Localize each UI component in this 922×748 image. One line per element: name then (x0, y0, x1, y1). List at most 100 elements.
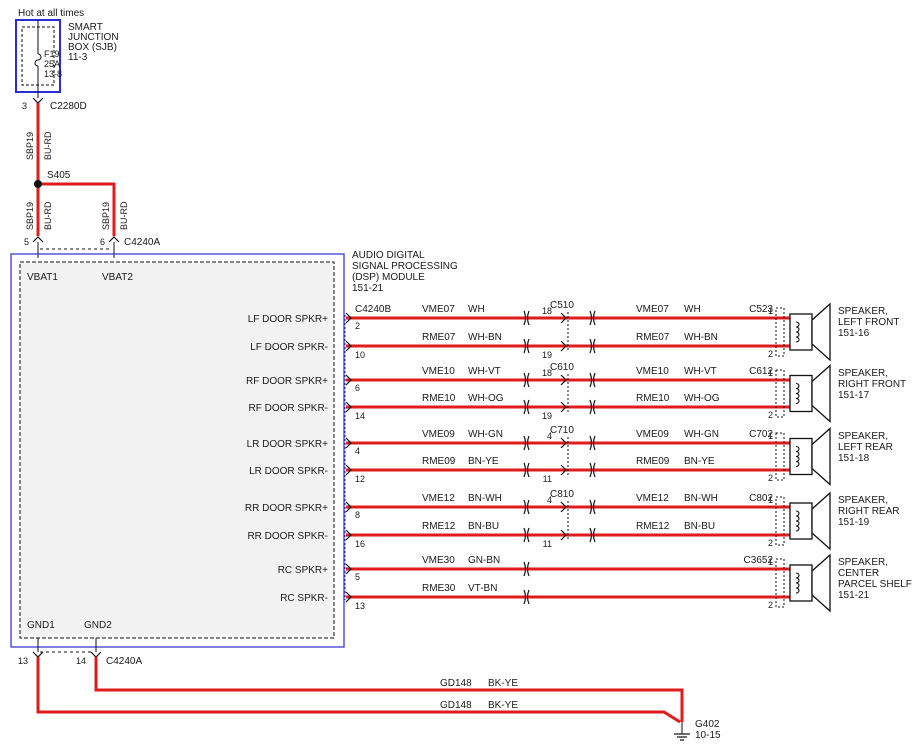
dsp-pin-number: 5 (355, 572, 360, 582)
wire-circuit-right: VME10 (636, 366, 669, 377)
fuse-ref: 13-8 (44, 69, 62, 79)
wire-color-left: BN-WH (468, 493, 502, 504)
speaker-connector-label: C3652 (744, 555, 774, 566)
gnd1-label: GND1 (27, 620, 55, 631)
speaker-title-line: SPEAKER, (838, 557, 888, 568)
ground-point: G402 (695, 719, 720, 730)
wire-color-left: VT-BN (468, 583, 497, 594)
feed-wires: S405 SBP19 BU-RD SBP19 BU-RD SBP19 BU-RD… (24, 103, 160, 258)
speaker-title-line: PARCEL SHELF (838, 579, 912, 590)
wire-circuit-right: RME09 (636, 456, 670, 467)
sjb-pin-chevron (32, 97, 44, 104)
wire-color-left: WH-OG (468, 393, 504, 404)
inline-connector-label: C510 (550, 300, 574, 311)
wire-color-right: WH-OG (684, 393, 720, 404)
vbat1-pin: 5 (24, 237, 29, 247)
wire-color-right: WH-BN (684, 332, 718, 343)
wire-color-right: BN-YE (684, 456, 715, 467)
wire-circuit-left: RME09 (422, 456, 456, 467)
wire-color-right: WH-GN (684, 429, 719, 440)
speaker-icon (789, 374, 813, 413)
module-title-2: SIGNAL PROCESSING (352, 261, 458, 272)
speaker-pin-number: 2 (768, 410, 773, 420)
wire-circuit-left: RME07 (422, 332, 456, 343)
pin-function-label: LF DOOR SPKR- (250, 342, 328, 353)
dsp-pin-number: 13 (355, 601, 365, 611)
hot-at-all-times-label: Hot at all times (18, 8, 84, 19)
wire-circuit-right: RME07 (636, 332, 670, 343)
module-connector-b: C4240B (355, 304, 391, 315)
wire-color-left: BN-BU (468, 521, 499, 532)
dsp-pin-number: 14 (355, 411, 365, 421)
speaker-title-line: 151-18 (838, 453, 870, 464)
speaker-cone (811, 491, 831, 551)
gnd2-chevron (90, 651, 102, 658)
pin-function-label: RC SPKR- (280, 593, 328, 604)
speaker-icon (789, 564, 813, 602)
wiring-diagram: Hot at all times F19 25A 13-8 SMART JUNC… (10, 8, 912, 741)
wire-color-left: WH-GN (468, 429, 503, 440)
pin-function-label: RR DOOR SPKR+ (245, 503, 328, 514)
wire-color-right: BN-WH (684, 493, 718, 504)
vbat2-chevron (108, 236, 120, 243)
speaker-cone (811, 427, 831, 486)
fuse-id: F19 (44, 49, 60, 59)
ground-point-ref: 10-15 (695, 730, 721, 741)
gnd1-pin: 13 (18, 656, 28, 666)
feed-color-left: BU-RD (43, 201, 53, 230)
sjb-connector: C2280D (50, 101, 87, 112)
speaker-title-line: SPEAKER, (838, 306, 888, 317)
feed-color-right: BU-RD (119, 201, 129, 230)
ground-color-lower: BK-YE (488, 700, 518, 711)
sjb-pin: 3 (22, 101, 27, 111)
dsp-pin-number: 2 (355, 321, 360, 331)
dsp-pin-number: 16 (355, 539, 365, 549)
wire-circuit-left: RME10 (422, 393, 456, 404)
inline-connector-label: C710 (550, 425, 574, 436)
ground-circuit-lower: GD148 (440, 700, 472, 711)
speaker-connector-label: C612 (749, 366, 773, 377)
speaker-title-line: 151-17 (838, 390, 870, 401)
pin-function-label: RF DOOR SPKR- (249, 403, 328, 414)
feed-circuit-right: SBP19 (101, 202, 111, 230)
speaker-pin-number: 2 (768, 473, 773, 483)
wire-circuit-left: RME30 (422, 583, 456, 594)
speaker-icon (789, 502, 813, 540)
speaker-title-line: RIGHT FRONT (838, 379, 906, 390)
speaker-title-line: LEFT FRONT (838, 317, 899, 328)
pin-function-label: LR DOOR SPKR+ (247, 439, 329, 450)
inline-connector-label: C610 (550, 362, 574, 373)
speaker-cone (811, 553, 831, 613)
inline-pin-number: 11 (543, 474, 552, 484)
wire-circuit-right: RME12 (636, 521, 670, 532)
fuse-symbol (34, 53, 42, 67)
speaker-title-line: LEFT REAR (838, 442, 893, 453)
vbat2-pin: 6 (100, 237, 105, 247)
module-top-connector: C4240A (124, 237, 160, 248)
module-title-4: 151-21 (352, 283, 384, 294)
wire-circuit-left: VME09 (422, 429, 455, 440)
sjb-title-4: 11-3 (68, 52, 88, 63)
speaker-pin-number: 2 (768, 349, 773, 359)
wire-color-left: WH (468, 304, 485, 315)
speaker-title-line: SPEAKER, (838, 368, 888, 379)
fuse-rating: 25A (44, 59, 60, 69)
vbat2-label: VBAT2 (102, 272, 133, 283)
speaker-title-line: 151-19 (838, 517, 870, 528)
feed-circuit-left: SBP19 (25, 202, 35, 230)
wire-color-right: BN-BU (684, 521, 715, 532)
speaker-connector-label: C523 (749, 304, 773, 315)
speaker-icon (789, 437, 813, 476)
pin-function-label: RC SPKR+ (278, 565, 328, 576)
wire-color-left: WH-VT (468, 366, 501, 377)
wire-circuit-left: VME30 (422, 555, 455, 566)
speaker-title-line: CENTER (838, 568, 879, 579)
vbat1-chevron (32, 236, 44, 243)
module-title-3: (DSP) MODULE (352, 272, 425, 283)
inline-connector-label: C810 (550, 489, 574, 500)
wire-circuit-left: VME07 (422, 304, 455, 315)
wire-circuit-right: RME10 (636, 393, 670, 404)
pin-function-label: LF DOOR SPKR+ (248, 314, 328, 325)
feed-color-upper: BU-RD (43, 131, 53, 160)
speaker-cone (811, 302, 831, 362)
